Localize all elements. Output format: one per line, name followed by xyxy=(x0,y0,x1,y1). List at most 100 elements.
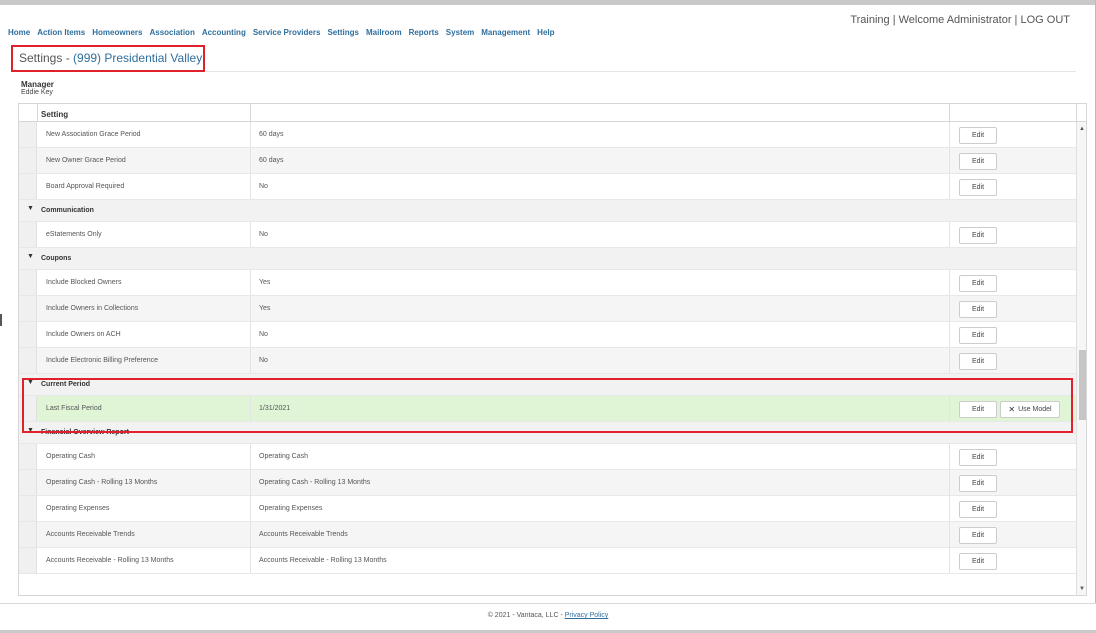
nav-association[interactable]: Association xyxy=(149,28,194,40)
group-label: Communication xyxy=(41,207,94,214)
privacy-policy-link[interactable]: Privacy Policy xyxy=(565,612,609,619)
setting-value: Accounts Receivable Trends xyxy=(259,531,348,538)
setting-name: Operating Expenses xyxy=(46,505,110,512)
col-divider xyxy=(250,496,251,521)
edit-button[interactable]: Edit xyxy=(959,401,997,418)
edit-button[interactable]: Edit xyxy=(959,501,997,518)
col-divider xyxy=(949,174,950,199)
col-divider xyxy=(949,322,950,347)
row-gutter xyxy=(19,174,37,199)
nav-help[interactable]: Help xyxy=(537,28,554,40)
nav-management[interactable]: Management xyxy=(481,28,530,40)
setting-row: eStatements Only No Edit xyxy=(19,222,1076,248)
use-model-button[interactable]: ✕ Use Model xyxy=(1000,401,1060,418)
edit-button[interactable]: Edit xyxy=(959,475,997,492)
edit-button[interactable]: Edit xyxy=(959,179,997,196)
manager-label: Manager xyxy=(21,80,54,89)
edit-button[interactable]: Edit xyxy=(959,553,997,570)
row-gutter xyxy=(19,270,37,295)
grid-header: Setting xyxy=(19,104,1086,122)
edit-button[interactable]: Edit xyxy=(959,127,997,144)
nav-system[interactable]: System xyxy=(446,28,474,40)
setting-row: Operating Expenses Operating Expenses Edit xyxy=(19,496,1076,522)
setting-row: Operating Cash Operating Cash Edit xyxy=(19,444,1076,470)
nav-home[interactable]: Home xyxy=(8,28,30,40)
association-link[interactable]: (999) Presidential Valley xyxy=(73,51,202,65)
col-divider xyxy=(250,396,251,421)
row-gutter xyxy=(19,348,37,373)
setting-row: Accounts Receivable Trends Accounts Recei… xyxy=(19,522,1076,548)
setting-name: Include Blocked Owners xyxy=(46,279,122,286)
setting-row: Include Owners on ACH No Edit xyxy=(19,322,1076,348)
edit-button[interactable]: Edit xyxy=(959,301,997,318)
nav-mailroom[interactable]: Mailroom xyxy=(366,28,402,40)
edit-button[interactable]: Edit xyxy=(959,527,997,544)
page-title: Settings - (999) Presidential Valley xyxy=(19,51,202,65)
setting-value: Yes xyxy=(259,279,271,286)
setting-name: Include Owners on ACH xyxy=(46,331,121,338)
edit-button[interactable]: Edit xyxy=(959,227,997,244)
nav-homeowners[interactable]: Homeowners xyxy=(92,28,142,40)
grid-rows: New Association Grace Period 60 days Edit N… xyxy=(19,122,1076,574)
nav-action-items[interactable]: Action Items xyxy=(37,28,85,40)
setting-value: No xyxy=(259,357,268,364)
col-divider xyxy=(949,296,950,321)
col-divider xyxy=(949,148,950,173)
close-icon: ✕ xyxy=(1008,405,1016,414)
setting-value: 60 days xyxy=(259,157,284,164)
group-row: ▼ Communication xyxy=(19,200,1076,222)
col-divider xyxy=(250,174,251,199)
edit-button[interactable]: Edit xyxy=(959,353,997,370)
col-divider xyxy=(949,122,950,147)
setting-row: Accounts Receivable - Rolling 13 Months A… xyxy=(19,548,1076,574)
footer: © 2021 - Vantaca, LLC - Privacy Policy xyxy=(0,612,1096,619)
nav-accounting[interactable]: Accounting xyxy=(202,28,246,40)
row-gutter xyxy=(19,444,37,469)
setting-name: New Association Grace Period xyxy=(46,131,141,138)
collapse-arrow-icon[interactable]: ▼ xyxy=(27,253,34,260)
collapse-arrow-icon[interactable]: ▼ xyxy=(27,379,34,386)
edit-button[interactable]: Edit xyxy=(959,153,997,170)
resize-handle[interactable] xyxy=(0,314,2,326)
scroll-up-arrow-icon[interactable]: ▲ xyxy=(1079,126,1085,132)
main-nav: Home Action Items Homeowners Association… xyxy=(8,28,562,40)
row-gutter xyxy=(19,522,37,547)
row-gutter xyxy=(19,122,37,147)
nav-settings[interactable]: Settings xyxy=(327,28,359,40)
edit-button[interactable]: Edit xyxy=(959,275,997,292)
setting-name: Operating Cash xyxy=(46,453,96,460)
setting-row: Board Approval Required No Edit xyxy=(19,174,1076,200)
col-divider xyxy=(949,348,950,373)
col-divider xyxy=(250,444,251,469)
settings-grid: Setting New Association Grace Period 60 d… xyxy=(18,103,1087,596)
row-gutter xyxy=(19,496,37,521)
grid-scrollbar[interactable]: ▲ ▼ xyxy=(1076,122,1086,595)
col-divider xyxy=(250,348,251,373)
col-divider xyxy=(250,222,251,247)
setting-name: Include Owners in Collections xyxy=(46,305,139,312)
page-title-prefix: Settings - xyxy=(19,51,74,65)
setting-name: Accounts Receivable Trends xyxy=(46,531,135,538)
setting-value: Operating Expenses xyxy=(259,505,323,512)
scroll-thumb[interactable] xyxy=(1079,350,1086,420)
scroll-down-arrow-icon[interactable]: ▼ xyxy=(1079,586,1085,592)
col-divider xyxy=(949,496,950,521)
setting-value: No xyxy=(259,331,268,338)
setting-value: 1/31/2021 xyxy=(259,405,291,412)
header-col-divider xyxy=(250,104,251,122)
col-divider xyxy=(250,470,251,495)
group-label: Coupons xyxy=(41,255,72,262)
edit-button[interactable]: Edit xyxy=(959,449,997,466)
col-divider xyxy=(250,548,251,573)
setting-row: Include Owners in Collections Yes Edit xyxy=(19,296,1076,322)
nav-service-providers[interactable]: Service Providers xyxy=(253,28,321,40)
edit-button[interactable]: Edit xyxy=(959,327,997,344)
col-divider xyxy=(949,222,950,247)
collapse-arrow-icon[interactable]: ▼ xyxy=(27,427,34,434)
welcome-text: Training | Welcome Administrator | xyxy=(850,14,1021,26)
logout-link[interactable]: LOG OUT xyxy=(1020,14,1070,26)
header-col-divider xyxy=(949,104,950,122)
setting-column-header[interactable]: Setting xyxy=(41,110,68,119)
collapse-arrow-icon[interactable]: ▼ xyxy=(27,205,34,212)
nav-reports[interactable]: Reports xyxy=(409,28,439,40)
